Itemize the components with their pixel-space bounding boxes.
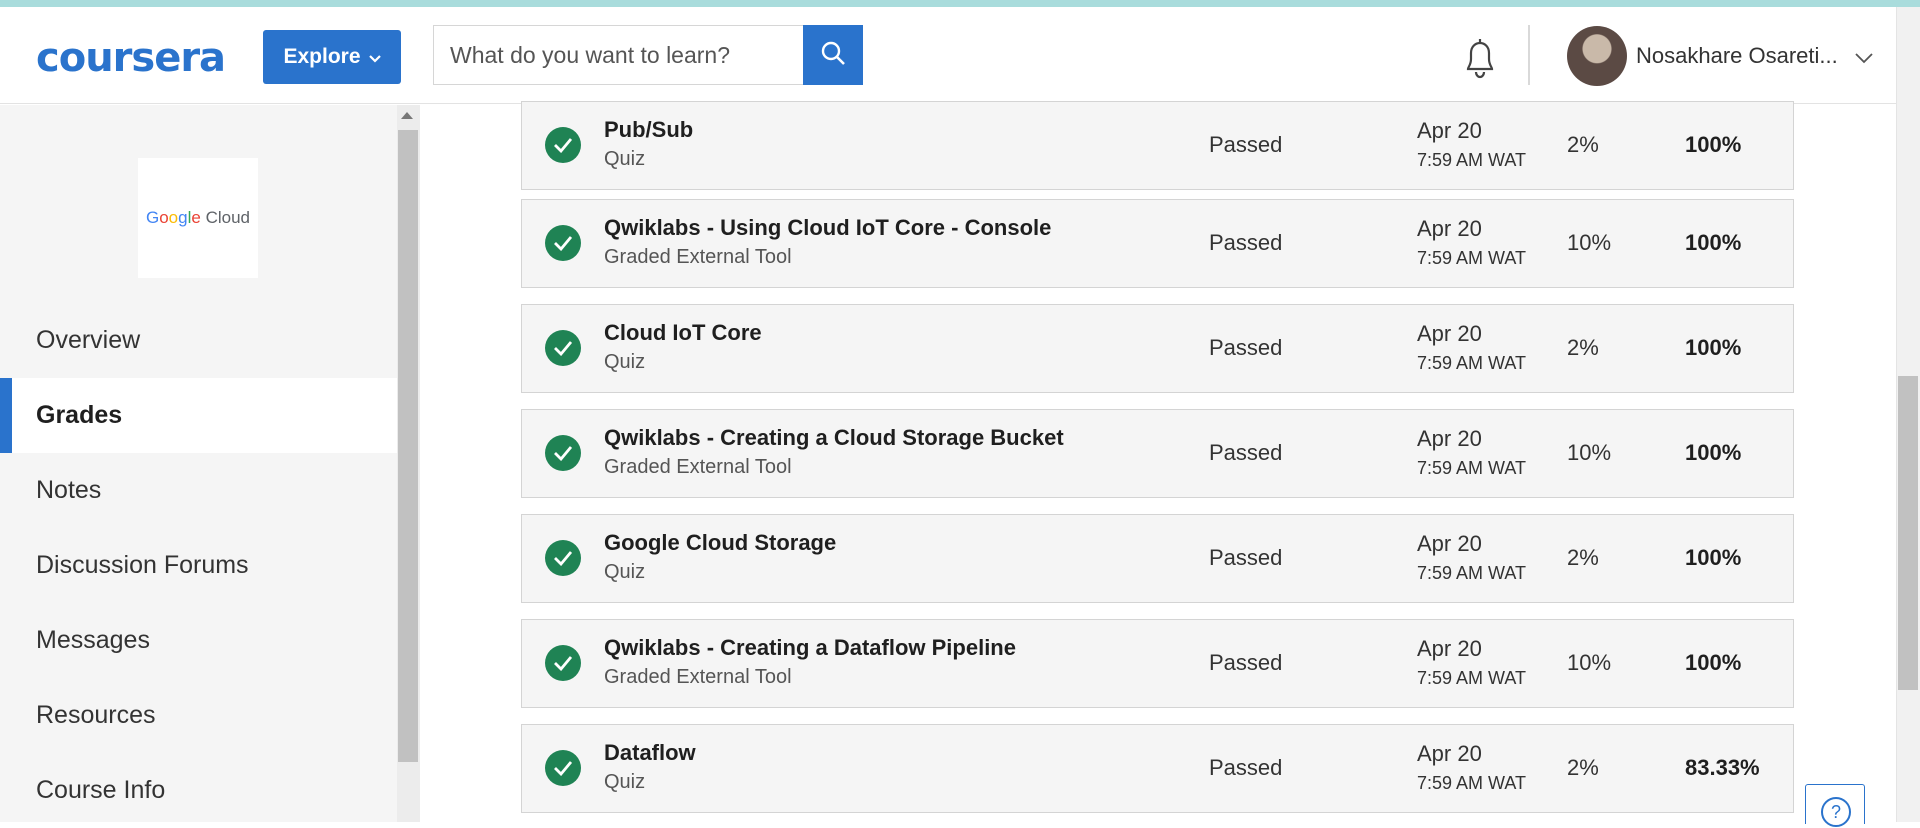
- search-input[interactable]: [433, 25, 804, 85]
- status-text: Passed: [1209, 440, 1283, 465]
- item-type: Quiz: [604, 351, 646, 373]
- sidebar-scrollbar-thumb[interactable]: [398, 130, 418, 762]
- check-circle-icon: [545, 645, 581, 681]
- sidebar-item-label: Grades: [36, 401, 123, 429]
- sidebar-item-label: Messages: [36, 626, 150, 654]
- explore-button[interactable]: Explore: [263, 30, 401, 84]
- due-time: 7:59 AM WAT: [1417, 458, 1527, 478]
- check-circle-icon: [545, 750, 581, 786]
- status-text: Passed: [1209, 545, 1283, 570]
- grade: 100%: [1685, 132, 1742, 157]
- weight: 2%: [1567, 335, 1599, 360]
- sidebar-item-course-info[interactable]: Course Info: [0, 753, 397, 828]
- due-date: Apr 20: [1417, 426, 1482, 451]
- table-row[interactable]: Qwiklabs - Creating a Cloud Storage Buck…: [521, 409, 1794, 498]
- weight: 2%: [1567, 755, 1599, 780]
- table-row[interactable]: Qwiklabs - Using Cloud IoT Core - Consol…: [521, 199, 1794, 288]
- due-date: Apr 20: [1417, 118, 1482, 143]
- weight: 10%: [1567, 650, 1612, 675]
- item-title[interactable]: Qwiklabs - Using Cloud IoT Core - Consol…: [604, 215, 1051, 241]
- due-time: 7:59 AM WAT: [1417, 563, 1527, 583]
- bell-icon[interactable]: [1460, 37, 1500, 81]
- item-type: Quiz: [604, 148, 646, 170]
- check-circle-icon: [545, 435, 581, 471]
- sidebar-item-notes[interactable]: Notes: [0, 453, 397, 528]
- status-text: Passed: [1209, 230, 1283, 255]
- google-cloud-logo: Google Cloud: [138, 158, 258, 278]
- grade: 100%: [1685, 545, 1742, 570]
- item-title[interactable]: Pub/Sub: [604, 117, 693, 143]
- table-row[interactable]: Dataflow Quiz Passed Apr 20 7:59 AM WAT …: [521, 724, 1794, 813]
- weight: 10%: [1567, 230, 1612, 255]
- table-row[interactable]: Google Cloud Storage Quiz Passed Apr 20 …: [521, 514, 1794, 603]
- item-type: Graded External Tool: [604, 246, 792, 268]
- sidebar-item-overview[interactable]: Overview: [0, 303, 397, 378]
- item-title[interactable]: Qwiklabs - Creating a Cloud Storage Buck…: [604, 425, 1064, 451]
- table-row[interactable]: Pub/Sub Quiz Passed Apr 20 7:59 AM WAT 2…: [521, 101, 1794, 190]
- item-title[interactable]: Google Cloud Storage: [604, 530, 836, 556]
- page-scrollbar-thumb[interactable]: [1898, 376, 1918, 690]
- sidebar-item-discussion-forums[interactable]: Discussion Forums: [0, 528, 397, 603]
- browser-top-strip: [0, 0, 1920, 7]
- grade: 100%: [1685, 440, 1742, 465]
- sidebar-item-label: Resources: [36, 701, 156, 729]
- sidebar-item-label: Discussion Forums: [36, 551, 249, 579]
- check-circle-icon: [545, 225, 581, 261]
- due-time: 7:59 AM WAT: [1417, 353, 1527, 373]
- weight: 10%: [1567, 440, 1612, 465]
- item-title[interactable]: Dataflow: [604, 740, 696, 766]
- help-button[interactable]: ?: [1805, 784, 1865, 827]
- header-divider: [1528, 25, 1530, 85]
- search-button[interactable]: [803, 25, 863, 85]
- user-name[interactable]: Nosakhare Osareti...: [1636, 43, 1838, 69]
- due-time: 7:59 AM WAT: [1417, 773, 1527, 793]
- due-date: Apr 20: [1417, 531, 1482, 556]
- grade: 100%: [1685, 650, 1742, 675]
- item-title[interactable]: Qwiklabs - Creating a Dataflow Pipeline: [604, 635, 1016, 661]
- check-circle-icon: [545, 330, 581, 366]
- weight: 2%: [1567, 132, 1599, 157]
- sidebar-item-resources[interactable]: Resources: [0, 678, 397, 753]
- explore-label: Explore: [283, 45, 361, 68]
- chevron-down-icon: [368, 50, 381, 66]
- item-type: Quiz: [604, 561, 646, 583]
- table-row[interactable]: Qwiklabs - Creating a Dataflow Pipeline …: [521, 619, 1794, 708]
- sidebar-item-messages[interactable]: Messages: [0, 603, 397, 678]
- scroll-up-arrow-icon[interactable]: [401, 112, 413, 119]
- help-icon: ?: [1821, 797, 1851, 827]
- check-circle-icon: [545, 540, 581, 576]
- item-title[interactable]: Cloud IoT Core: [604, 320, 762, 346]
- item-type: Quiz: [604, 771, 646, 793]
- grade: 100%: [1685, 230, 1742, 255]
- sidebar-item-grades[interactable]: Grades: [0, 378, 397, 453]
- status-text: Passed: [1209, 132, 1283, 157]
- check-circle-icon: [545, 127, 581, 163]
- grade: 83.33%: [1685, 755, 1760, 780]
- table-row[interactable]: Cloud IoT Core Quiz Passed Apr 20 7:59 A…: [521, 304, 1794, 393]
- weight: 2%: [1567, 545, 1599, 570]
- due-date: Apr 20: [1417, 321, 1482, 346]
- due-time: 7:59 AM WAT: [1417, 248, 1527, 268]
- chevron-down-icon[interactable]: [1855, 51, 1873, 69]
- coursera-logo[interactable]: coursera: [36, 35, 226, 81]
- due-date: Apr 20: [1417, 636, 1482, 661]
- item-type: Graded External Tool: [604, 666, 792, 688]
- top-header: coursera Explore Nosakhare Osareti...: [0, 7, 1920, 104]
- course-sidebar: Google Cloud Overview Grades Notes Discu…: [0, 105, 397, 822]
- status-text: Passed: [1209, 335, 1283, 360]
- due-date: Apr 20: [1417, 216, 1482, 241]
- due-time: 7:59 AM WAT: [1417, 150, 1527, 170]
- avatar[interactable]: [1567, 26, 1627, 86]
- item-type: Graded External Tool: [604, 456, 792, 478]
- grade: 100%: [1685, 335, 1742, 360]
- search-icon: [820, 40, 846, 71]
- sidebar-item-label: Notes: [36, 476, 102, 504]
- sidebar-item-label: Course Info: [36, 776, 166, 804]
- due-time: 7:59 AM WAT: [1417, 668, 1527, 688]
- status-text: Passed: [1209, 650, 1283, 675]
- due-date: Apr 20: [1417, 741, 1482, 766]
- sidebar-item-label: Overview: [36, 326, 141, 354]
- status-text: Passed: [1209, 755, 1283, 780]
